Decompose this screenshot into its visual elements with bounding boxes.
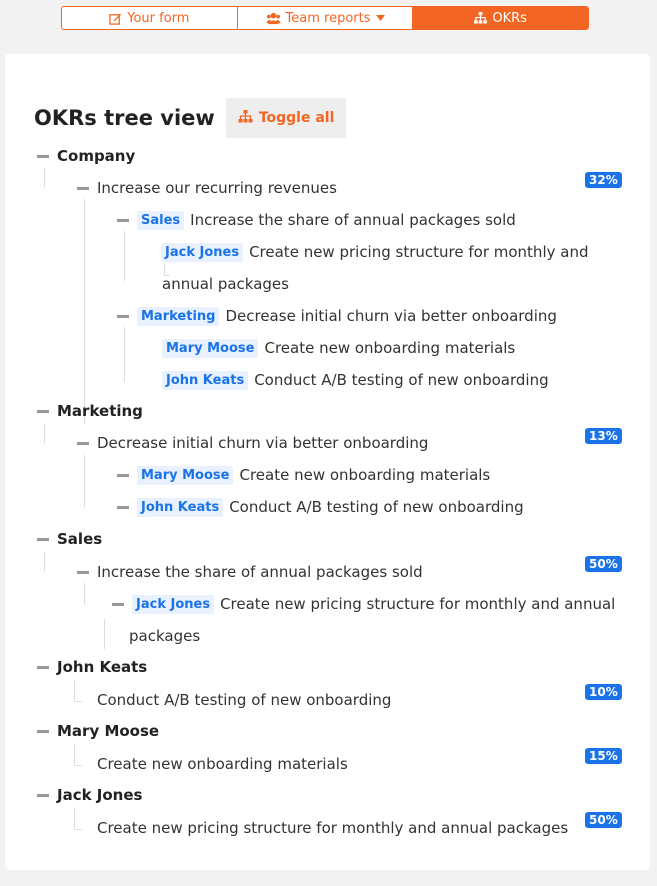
collapse-icon[interactable] <box>37 729 49 733</box>
tree-node-mary-moose[interactable]: Mary Moose <box>37 718 159 744</box>
collapse-icon[interactable] <box>37 409 49 413</box>
tab-okrs-label: OKRs <box>492 10 527 26</box>
key-result-text: Create new onboarding materials <box>239 466 491 484</box>
progress-badge: 15% <box>585 748 622 764</box>
edit-icon <box>109 12 122 25</box>
caret-down-icon <box>375 15 385 21</box>
tree-connector <box>74 829 82 830</box>
collapse-icon[interactable] <box>117 218 129 222</box>
tree-connector <box>124 327 125 382</box>
okr-tree: Company Increase our recurring revenues … <box>5 54 650 870</box>
tree-node-objective[interactable]: Conduct A/B testing of new onboarding <box>97 687 391 713</box>
collapse-icon[interactable] <box>37 154 49 158</box>
key-result-text: Create new pricing structure for monthly… <box>220 595 616 613</box>
node-label: Company <box>57 147 136 165</box>
collapse-icon[interactable] <box>77 186 89 190</box>
tree-connector <box>74 701 82 702</box>
collapse-icon[interactable] <box>112 602 124 606</box>
collapse-icon[interactable] <box>37 793 49 797</box>
objective-text: Decrease initial churn via better onboar… <box>97 434 429 452</box>
tree-node-key-result[interactable]: Mary Moose Create new onboarding materia… <box>162 335 515 361</box>
tree-node-key-result[interactable]: Jack Jones Create new pricing structure … <box>112 591 615 617</box>
objective-text: Create new pricing structure for monthly… <box>97 819 569 837</box>
tree-connector <box>44 424 45 444</box>
collapse-icon[interactable] <box>117 314 129 318</box>
tree-node-key-result[interactable]: John Keats Conduct A/B testing of new on… <box>117 494 524 520</box>
progress-badge: 10% <box>585 684 622 700</box>
owner-tag: Mary Moose <box>162 338 259 358</box>
progress-badge: 50% <box>585 812 622 828</box>
progress-badge: 13% <box>585 428 622 444</box>
tab-your-form-label: Your form <box>127 10 190 26</box>
key-result-text-continued: packages <box>129 627 201 645</box>
node-label: Jack Jones <box>57 786 143 804</box>
collapse-icon[interactable] <box>117 473 129 477</box>
key-result-text-continued: annual packages <box>162 275 289 293</box>
progress-badge: 32% <box>585 172 622 188</box>
tree-node-company[interactable]: Company <box>37 143 135 169</box>
key-result-text: Create new pricing structure for monthly… <box>249 243 589 261</box>
sitemap-icon <box>474 12 488 24</box>
tree-connector <box>84 455 85 508</box>
owner-tag: John Keats <box>162 370 249 390</box>
tree-connector <box>104 619 105 649</box>
objective-text: Decrease initial churn via better onboar… <box>225 307 557 325</box>
key-result-text: Conduct A/B testing of new onboarding <box>254 371 549 389</box>
okrs-card: OKRs tree view Toggle all Company Increa… <box>5 54 650 870</box>
tree-node-key-result[interactable]: John Keats Conduct A/B testing of new on… <box>162 367 549 393</box>
key-result-text: Conduct A/B testing of new onboarding <box>229 498 524 516</box>
tree-node-objective[interactable]: Create new onboarding materials <box>97 751 348 777</box>
node-label: Marketing <box>57 402 143 420</box>
objective-text: Increase the share of annual packages so… <box>190 211 516 229</box>
key-result-text: Create new onboarding materials <box>264 339 516 357</box>
tab-team-reports-label: Team reports <box>285 10 371 26</box>
objective-text: Increase our recurring revenues <box>97 179 337 197</box>
owner-tag: Jack Jones <box>161 242 244 262</box>
tree-connector <box>44 168 45 188</box>
tree-node-objective[interactable]: Increase our recurring revenues <box>77 175 337 201</box>
tree-connector <box>74 807 75 829</box>
owner-tag: Jack Jones <box>132 594 215 614</box>
tree-node-key-result[interactable]: Mary Moose Create new onboarding materia… <box>117 462 490 488</box>
tree-connector <box>124 231 125 281</box>
tree-connector <box>44 552 45 572</box>
tree-connector <box>74 765 82 766</box>
node-label: John Keats <box>57 658 148 676</box>
tree-connector <box>84 199 85 424</box>
tree-node-objective[interactable]: Increase the share of annual packages so… <box>77 559 423 585</box>
tree-node-jack-jones[interactable]: Jack Jones <box>37 782 142 808</box>
objective-text: Create new onboarding materials <box>97 755 348 773</box>
owner-tag: Mary Moose <box>137 465 234 485</box>
objective-text: Increase the share of annual packages so… <box>97 563 423 581</box>
owner-tag: Sales <box>137 210 185 230</box>
collapse-icon[interactable] <box>37 537 49 541</box>
node-label: Sales <box>57 530 103 548</box>
collapse-icon[interactable] <box>117 505 129 509</box>
tree-node-objective[interactable]: Decrease initial churn via better onboar… <box>77 430 428 456</box>
tab-team-reports[interactable]: Team reports <box>238 7 414 29</box>
progress-badge: 50% <box>585 556 622 572</box>
tree-node-marketing-team[interactable]: Marketing <box>37 398 143 424</box>
tree-connector <box>74 743 75 765</box>
collapse-icon[interactable] <box>77 441 89 445</box>
tree-connector <box>74 679 75 701</box>
collapse-icon[interactable] <box>77 570 89 574</box>
tab-okrs[interactable]: OKRs <box>413 7 588 29</box>
users-icon <box>265 12 281 25</box>
tree-node-objective[interactable]: Create new pricing structure for monthly… <box>97 815 568 841</box>
tree-node-marketing[interactable]: Marketing Decrease initial churn via bet… <box>117 303 557 329</box>
tree-node-john-keats[interactable]: John Keats <box>37 654 147 680</box>
tree-node-key-result[interactable]: Jack Jones Create new pricing structure … <box>161 239 588 265</box>
tab-your-form[interactable]: Your form <box>62 7 238 29</box>
top-nav: Your form Team reports OKRs <box>61 6 589 30</box>
tree-node-sales-team[interactable]: Sales <box>37 526 102 552</box>
node-label: Mary Moose <box>57 722 160 740</box>
objective-text: Conduct A/B testing of new onboarding <box>97 691 392 709</box>
owner-tag: Marketing <box>137 306 220 326</box>
tree-connector <box>84 583 85 605</box>
owner-tag: John Keats <box>137 497 224 517</box>
tree-node-sales[interactable]: Sales Increase the share of annual packa… <box>117 207 516 233</box>
collapse-icon[interactable] <box>37 665 49 669</box>
